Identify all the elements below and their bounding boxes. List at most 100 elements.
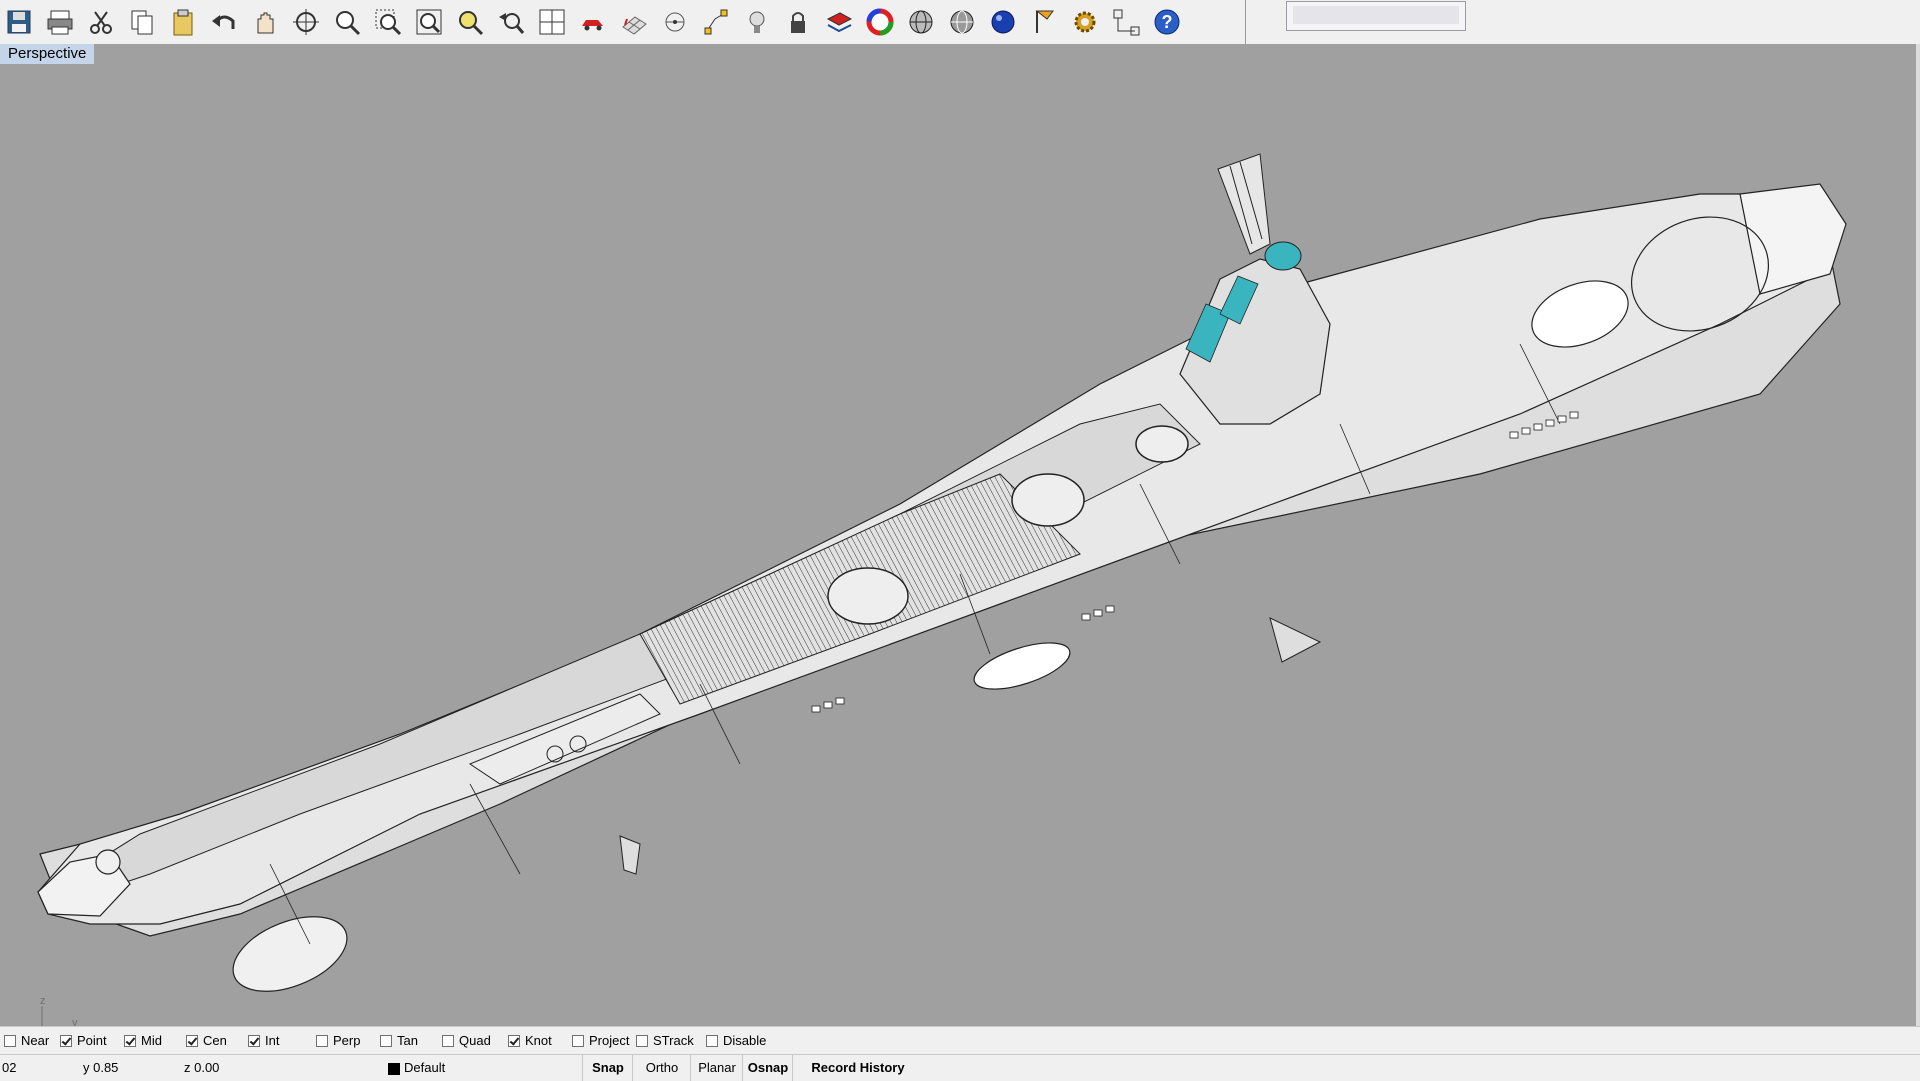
paste-button[interactable] [164, 2, 202, 42]
ventral-fin-2 [1269, 617, 1322, 663]
copy-button[interactable] [123, 2, 161, 42]
turret-front [827, 567, 909, 625]
wireframe-sphere-icon [909, 10, 933, 34]
osnap-checkbox[interactable] [316, 1034, 328, 1047]
osnap-cen[interactable]: Cen [186, 1031, 227, 1051]
lightbulb-button[interactable] [738, 2, 776, 42]
select-icon [704, 9, 728, 35]
zoom-extents-button[interactable] [410, 2, 448, 42]
grid-icon [622, 16, 647, 35]
zoom-button[interactable] [328, 2, 366, 42]
viewport-title[interactable]: Perspective [0, 44, 95, 64]
osnap-quad[interactable]: Quad [442, 1031, 491, 1051]
ortho-toggle[interactable]: Ortho [632, 1055, 691, 1081]
zoom-selected-button[interactable] [451, 2, 489, 42]
current-layer[interactable]: Default [404, 1055, 445, 1081]
osnap-near[interactable]: Near [4, 1031, 49, 1051]
help-icon: ? [1154, 9, 1180, 35]
undo-view-button[interactable] [492, 2, 530, 42]
print-icon [47, 10, 73, 35]
osnap-label: Tan [397, 1033, 418, 1048]
wireframe-sphere-button[interactable] [902, 2, 940, 42]
osnap-checkbox[interactable] [706, 1034, 718, 1047]
cut-button[interactable] [82, 2, 120, 42]
osnap-checkbox[interactable] [60, 1034, 72, 1047]
osnap-checkbox[interactable] [124, 1034, 136, 1047]
osnap-label: Project [589, 1033, 630, 1048]
select-button[interactable] [697, 2, 735, 42]
spaceship-model[interactable] [0, 44, 1916, 1026]
dimension-icon [1113, 9, 1140, 36]
osnap-disable[interactable]: Disable [706, 1031, 766, 1051]
osnap-checkbox[interactable] [4, 1034, 16, 1047]
save-button[interactable] [0, 2, 38, 42]
osnap-knot[interactable]: Knot [508, 1031, 552, 1051]
osnap-point[interactable]: Point [60, 1031, 107, 1051]
osnap-int[interactable]: Int [248, 1031, 279, 1051]
zoom-extents-icon [416, 9, 442, 35]
car-icon [582, 20, 603, 31]
osnap-perp[interactable]: Perp [316, 1031, 360, 1051]
turret-mid [1011, 473, 1085, 527]
undo-button[interactable] [205, 2, 243, 42]
osnap-checkbox[interactable] [248, 1034, 260, 1047]
layer-button[interactable] [820, 2, 858, 42]
rendered-sphere-button[interactable] [984, 2, 1022, 42]
axis-indicator: z y x [40, 995, 78, 1026]
point-button[interactable] [656, 2, 694, 42]
lower-pod [232, 916, 348, 992]
osnap-label: Cen [203, 1033, 227, 1048]
paste-icon [173, 9, 193, 36]
snap-toggle[interactable]: Snap [582, 1055, 633, 1081]
osnap-checkbox[interactable] [186, 1034, 198, 1047]
osnap-checkbox[interactable] [572, 1034, 584, 1047]
osnap-tan[interactable]: Tan [380, 1031, 418, 1051]
gear-icon [1074, 11, 1096, 33]
layer-color-swatch[interactable] [388, 1063, 400, 1075]
rotate-view-button[interactable] [287, 2, 325, 42]
axis-z-label: z [40, 995, 46, 1007]
shaded-sphere-icon [950, 10, 974, 34]
car-button[interactable] [574, 2, 612, 42]
dimension-button[interactable] [1107, 2, 1145, 42]
ventral-fin-1 [619, 835, 641, 875]
flag-button[interactable] [1025, 2, 1063, 42]
command-input[interactable] [1286, 1, 1466, 31]
color-wheel-icon [866, 8, 894, 36]
planar-toggle[interactable]: Planar [690, 1055, 743, 1081]
axis-y-label: y [72, 1017, 78, 1026]
toolbar-separator [1245, 0, 1246, 44]
antenna-mast [1217, 153, 1271, 255]
lock-button[interactable] [779, 2, 817, 42]
osnap-label: Mid [141, 1033, 162, 1048]
print-button[interactable] [41, 2, 79, 42]
flag-icon [1035, 10, 1054, 33]
help-button[interactable]: ? [1148, 2, 1186, 42]
zoom-window-button[interactable] [369, 2, 407, 42]
osnap-checkbox[interactable] [636, 1034, 648, 1047]
gear-button[interactable] [1066, 2, 1104, 42]
osnap-checkbox[interactable] [442, 1034, 454, 1047]
perspective-viewport[interactable]: Perspective z y x [0, 44, 1916, 1026]
color-wheel-button[interactable] [861, 2, 899, 42]
zoom-icon [336, 11, 361, 36]
pan-hand-button[interactable] [246, 2, 284, 42]
osnap-label: Disable [723, 1033, 767, 1048]
undo-view-icon [499, 13, 525, 34]
osnap-checkbox[interactable] [380, 1034, 392, 1047]
osnap-strack[interactable]: STrack [636, 1031, 694, 1051]
osnap-mid[interactable]: Mid [124, 1031, 162, 1051]
osnap-checkbox[interactable] [508, 1034, 520, 1047]
toolbar-buttons: ? [0, 0, 1189, 44]
layer-icon [826, 12, 853, 33]
osnap-label: Perp [333, 1033, 361, 1048]
shaded-sphere-button[interactable] [943, 2, 981, 42]
svg-text:?: ? [1162, 12, 1173, 32]
grid-button[interactable] [615, 2, 653, 42]
record-history-toggle[interactable]: Record History [792, 1055, 923, 1081]
osnap-project[interactable]: Project [572, 1031, 629, 1051]
main-toolbar: ? [0, 0, 1920, 44]
four-viewports-button[interactable] [533, 2, 571, 42]
command-input-field[interactable] [1293, 6, 1459, 24]
osnap-toggle[interactable]: Osnap [742, 1055, 793, 1081]
